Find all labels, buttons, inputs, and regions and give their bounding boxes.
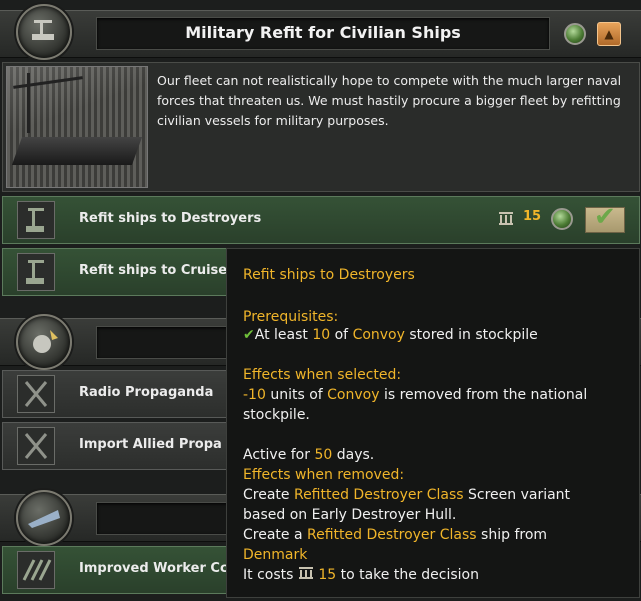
- tooltip-effect-line: -10 units of Convoy is removed from the …: [243, 385, 587, 405]
- tooltip-value: 15: [318, 567, 337, 583]
- checkmark-icon: ✔: [243, 327, 255, 343]
- category-title-slot: Military Refit for Civilian Ships: [96, 17, 550, 50]
- tooltip-active-line: Active for 50 days.: [243, 445, 374, 465]
- tooltip-value: Refitted Destroyer Class: [307, 527, 477, 543]
- tooltip-removed-line: Create Refitted Destroyer Class Screen v…: [243, 485, 570, 505]
- tooltip-text: stored in stockpile: [404, 327, 538, 343]
- tooltip-prereq-line: ✔At least 10 of Convoy stored in stockpi…: [243, 325, 538, 345]
- tooltip-country: Denmark: [243, 547, 308, 563]
- green-light-icon: [551, 208, 573, 230]
- tooltip-cost-line: It costs 15 to take the decision: [243, 565, 479, 585]
- tooltip-value: 10: [312, 327, 331, 343]
- decision-label: Refit ships to Cruise: [79, 263, 228, 278]
- tooltip-text: ship from: [476, 527, 548, 543]
- ship-crane-icon: [32, 20, 54, 40]
- category-emblem-icon: [16, 4, 72, 60]
- crossed-swords-icon: [17, 427, 55, 465]
- decision-label: Improved Worker Cc: [79, 561, 228, 576]
- tooltip-removed-line: based on Early Destroyer Hull.: [243, 507, 457, 523]
- tooltip-text: Create: [243, 487, 294, 503]
- worker-tools-icon: [17, 551, 55, 589]
- decision-crane-icon: [17, 253, 55, 291]
- tooltip-text: Active for: [243, 447, 315, 463]
- category-status-icon: [564, 23, 586, 45]
- tooltip-value: 50: [314, 447, 333, 463]
- envelope-check-icon[interactable]: ✔: [585, 202, 625, 233]
- category-description: Our fleet can not realistically hope to …: [157, 73, 622, 128]
- tooltip-text: of: [330, 327, 353, 343]
- tooltip-text: days.: [332, 447, 375, 463]
- tooltip-effects-selected-heading: Effects when selected:: [243, 367, 402, 383]
- chevron-up-icon: ▲: [604, 27, 614, 41]
- tooltip-title: Refit ships to Destroyers: [243, 267, 415, 283]
- worker-emblem-icon: [16, 490, 72, 546]
- decision-cost: 15: [523, 209, 542, 224]
- decision-tooltip: Refit ships to Destroyers Prerequisites:…: [226, 248, 640, 598]
- collapse-button[interactable]: ▲: [597, 22, 621, 46]
- tooltip-effects-removed-heading: Effects when removed:: [243, 467, 405, 483]
- tooltip-text: units of: [265, 387, 328, 403]
- radio-propaganda-emblem-icon: [16, 314, 72, 370]
- political-power-icon: [298, 566, 314, 580]
- tooltip-text: to take the decision: [336, 567, 479, 583]
- tooltip-text: is removed from the national: [379, 387, 588, 403]
- tooltip-prereq-heading: Prerequisites:: [243, 309, 339, 325]
- decision-label: Import Allied Propa: [79, 437, 222, 452]
- category-picture: [6, 66, 148, 188]
- political-power-icon: [498, 210, 514, 226]
- tooltip-value: Convoy: [327, 387, 380, 403]
- tooltip-text: Screen variant: [463, 487, 571, 503]
- tooltip-text: It costs: [243, 567, 298, 583]
- tooltip-value: -10: [243, 387, 266, 403]
- tooltip-text: Create a: [243, 527, 307, 543]
- tooltip-text: At least: [254, 327, 313, 343]
- category-description-panel: Our fleet can not realistically hope to …: [2, 62, 640, 192]
- crossed-swords-icon: [17, 375, 55, 413]
- tooltip-value: Convoy: [352, 327, 405, 343]
- tooltip-removed-line: Create a Refitted Destroyer Class ship f…: [243, 525, 547, 545]
- decision-label: Radio Propaganda: [79, 385, 214, 400]
- decision-crane-icon: [17, 201, 55, 239]
- decision-label: Refit ships to Destroyers: [79, 211, 262, 226]
- category-title: Military Refit for Civilian Ships: [185, 23, 461, 42]
- decision-row[interactable]: Refit ships to Destroyers 15 ✔: [2, 196, 640, 244]
- tooltip-value: Refitted Destroyer Class: [293, 487, 464, 503]
- tooltip-effect-line: stockpile.: [243, 407, 310, 423]
